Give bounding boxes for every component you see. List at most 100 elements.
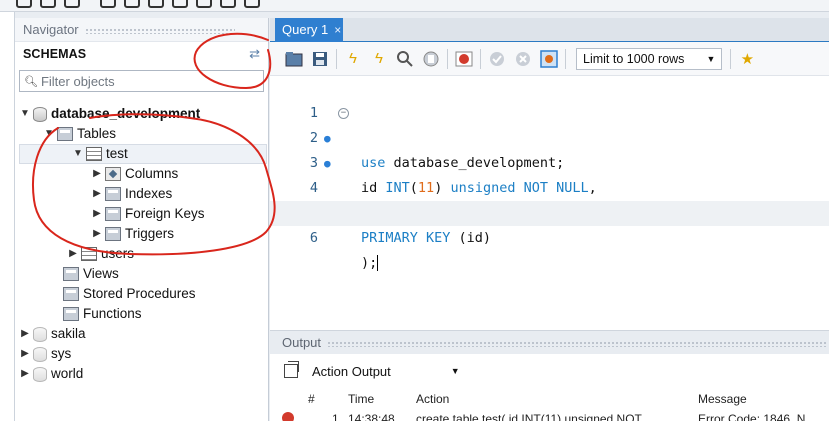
tree-node-triggers[interactable]: ▶ Triggers	[91, 224, 174, 244]
autocommit-toggle-icon[interactable]	[539, 49, 559, 69]
tree-node-users[interactable]: ▶ users	[67, 244, 134, 264]
tree-node-stored-procedures[interactable]: Stored Procedures	[61, 284, 196, 304]
commit-icon[interactable]	[487, 49, 507, 69]
chevron-down-icon: ▼	[450, 366, 460, 376]
table-row[interactable]: 1 14:38:48 create table test( id INT(11)…	[270, 410, 829, 421]
procedure-icon[interactable]	[172, 0, 188, 8]
code-line-current[interactable]: 6 );	[270, 201, 829, 271]
explain-icon[interactable]	[395, 49, 415, 69]
tree-node-functions[interactable]: Functions	[61, 304, 142, 324]
function-icon[interactable]	[196, 0, 212, 8]
collapse-arrow-icon[interactable]: ▶	[91, 164, 103, 184]
save-icon[interactable]	[310, 49, 330, 69]
tree-label: Stored Procedures	[83, 286, 196, 301]
search-icon: 🔍︎	[24, 75, 38, 88]
code-line[interactable]: 1 ● use database_development;	[270, 76, 829, 171]
view-icon[interactable]	[148, 0, 164, 8]
tree-node-tables[interactable]: ▼ Tables	[43, 124, 116, 144]
procedures-folder-icon	[63, 287, 79, 301]
row-action: create table test( id INT(11) unsigned N…	[416, 412, 651, 421]
collapse-arrow-icon[interactable]: ▶	[91, 184, 103, 204]
output-type-select[interactable]: Action Output ▼	[312, 364, 492, 379]
tab-query-1[interactable]: Query 1 ×	[275, 18, 343, 42]
tree-node-sakila[interactable]: ▶ sakila	[19, 324, 86, 344]
collapse-arrow-icon[interactable]: ▶	[67, 244, 79, 264]
search-table-icon[interactable]	[220, 0, 236, 8]
stop-icon[interactable]	[421, 49, 441, 69]
left-edge-panel	[0, 12, 15, 421]
execute-statement-icon[interactable]: ϟ	[369, 49, 389, 69]
tree-node-database-development[interactable]: ▼ database_development	[19, 104, 200, 124]
table-icon[interactable]	[124, 0, 140, 8]
tree-label: Functions	[83, 306, 142, 321]
output-title: Output	[282, 335, 322, 350]
row-time: 14:38:48	[348, 412, 395, 421]
open-file-icon[interactable]	[40, 0, 56, 8]
tree-label: database_development	[51, 106, 201, 121]
tree-node-foreign-keys[interactable]: ▶ Foreign Keys	[91, 204, 205, 224]
beautify-icon[interactable]: ★	[737, 49, 757, 69]
code-text: PRIMARY KEY (id)	[361, 230, 492, 246]
column-header-message[interactable]: Message	[698, 392, 747, 406]
tree-label: Tables	[77, 126, 117, 141]
collapse-arrow-icon[interactable]: ▶	[91, 224, 103, 244]
reconnect-icon[interactable]	[244, 0, 260, 8]
output-header: Output	[270, 330, 829, 354]
collapse-arrow-icon[interactable]: ▶	[19, 344, 31, 364]
new-file-icon[interactable]	[16, 0, 32, 8]
columns-icon	[105, 167, 121, 181]
database-icon	[33, 346, 47, 362]
column-header-action[interactable]: Action	[416, 392, 449, 406]
code-line[interactable]: 2 ● − create table test(	[270, 101, 829, 221]
output-toolbar: Action Output ▼	[270, 354, 829, 388]
tree-node-indexes[interactable]: ▶ Indexes	[91, 184, 172, 204]
line-number: 6	[309, 230, 318, 246]
close-icon[interactable]: ×	[334, 23, 341, 37]
column-header-num[interactable]: #	[308, 392, 315, 406]
tree-node-sys[interactable]: ▶ sys	[19, 344, 71, 364]
collapse-arrow-icon[interactable]: ▶	[19, 324, 31, 344]
expand-arrow-icon[interactable]: ▼	[72, 144, 84, 164]
foreign-keys-folder-icon	[105, 207, 121, 221]
tree-label: Columns	[125, 166, 179, 181]
limit-rows-select[interactable]: Limit to 1000 rows ▼	[576, 47, 723, 70]
info-icon[interactable]	[64, 0, 80, 8]
tree-label: sys	[51, 346, 72, 361]
collapse-arrow-icon[interactable]: ▶	[19, 364, 31, 384]
code-line[interactable]: 5 PRIMARY KEY (id)	[270, 176, 829, 246]
table-icon	[81, 247, 97, 261]
views-folder-icon	[63, 267, 79, 281]
toolbar-separator	[447, 48, 448, 69]
sql-editor[interactable]: 1 ● use database_development; 2 ● − crea…	[270, 76, 829, 330]
code-line[interactable]: 3 id INT(11) unsigned NOT NULL,	[270, 126, 829, 196]
navigator-panel: Navigator SCHEMAS ⇄ 🔍︎ ▼ database_develo…	[15, 18, 269, 421]
tree-node-columns[interactable]: ▶ Columns	[91, 164, 178, 184]
toolbar-separator	[730, 48, 732, 69]
expand-arrow-icon[interactable]: ▼	[19, 104, 31, 124]
fold-toggle-icon[interactable]: −	[338, 108, 349, 119]
tree-node-views[interactable]: Views	[61, 264, 119, 284]
filter-field[interactable]: 🔍︎	[19, 70, 264, 92]
schemas-title: SCHEMAS	[23, 47, 87, 61]
filter-objects-input[interactable]	[40, 73, 241, 89]
tree-node-world[interactable]: ▶ world	[19, 364, 83, 384]
copy-icon[interactable]	[284, 361, 299, 378]
output-type-label: Action Output	[312, 363, 391, 379]
open-sql-icon[interactable]	[284, 49, 304, 69]
sql-editor-toolbar: ϟ ϟ Limit to 1000 rows ▼ ★	[270, 42, 829, 76]
collapse-arrow-icon[interactable]: ▶	[91, 204, 103, 224]
expand-arrow-icon[interactable]: ▼	[43, 124, 55, 144]
tree-label: Indexes	[125, 186, 173, 201]
database-icon[interactable]	[100, 0, 116, 8]
execute-icon[interactable]: ϟ	[343, 49, 363, 69]
code-line[interactable]: 4 str VARCHAR(32) NOT NULL,	[270, 151, 829, 221]
refresh-icon[interactable]: ⇄	[249, 46, 260, 62]
rollback-icon[interactable]	[513, 49, 533, 69]
tree-label: users	[101, 246, 135, 261]
tab-label: Query 1	[282, 22, 329, 37]
column-header-time[interactable]: Time	[348, 392, 374, 406]
database-icon	[33, 366, 47, 382]
database-icon	[33, 326, 47, 342]
tree-node-test[interactable]: ▼ test	[19, 144, 267, 164]
toggle-error-icon[interactable]	[454, 49, 474, 69]
